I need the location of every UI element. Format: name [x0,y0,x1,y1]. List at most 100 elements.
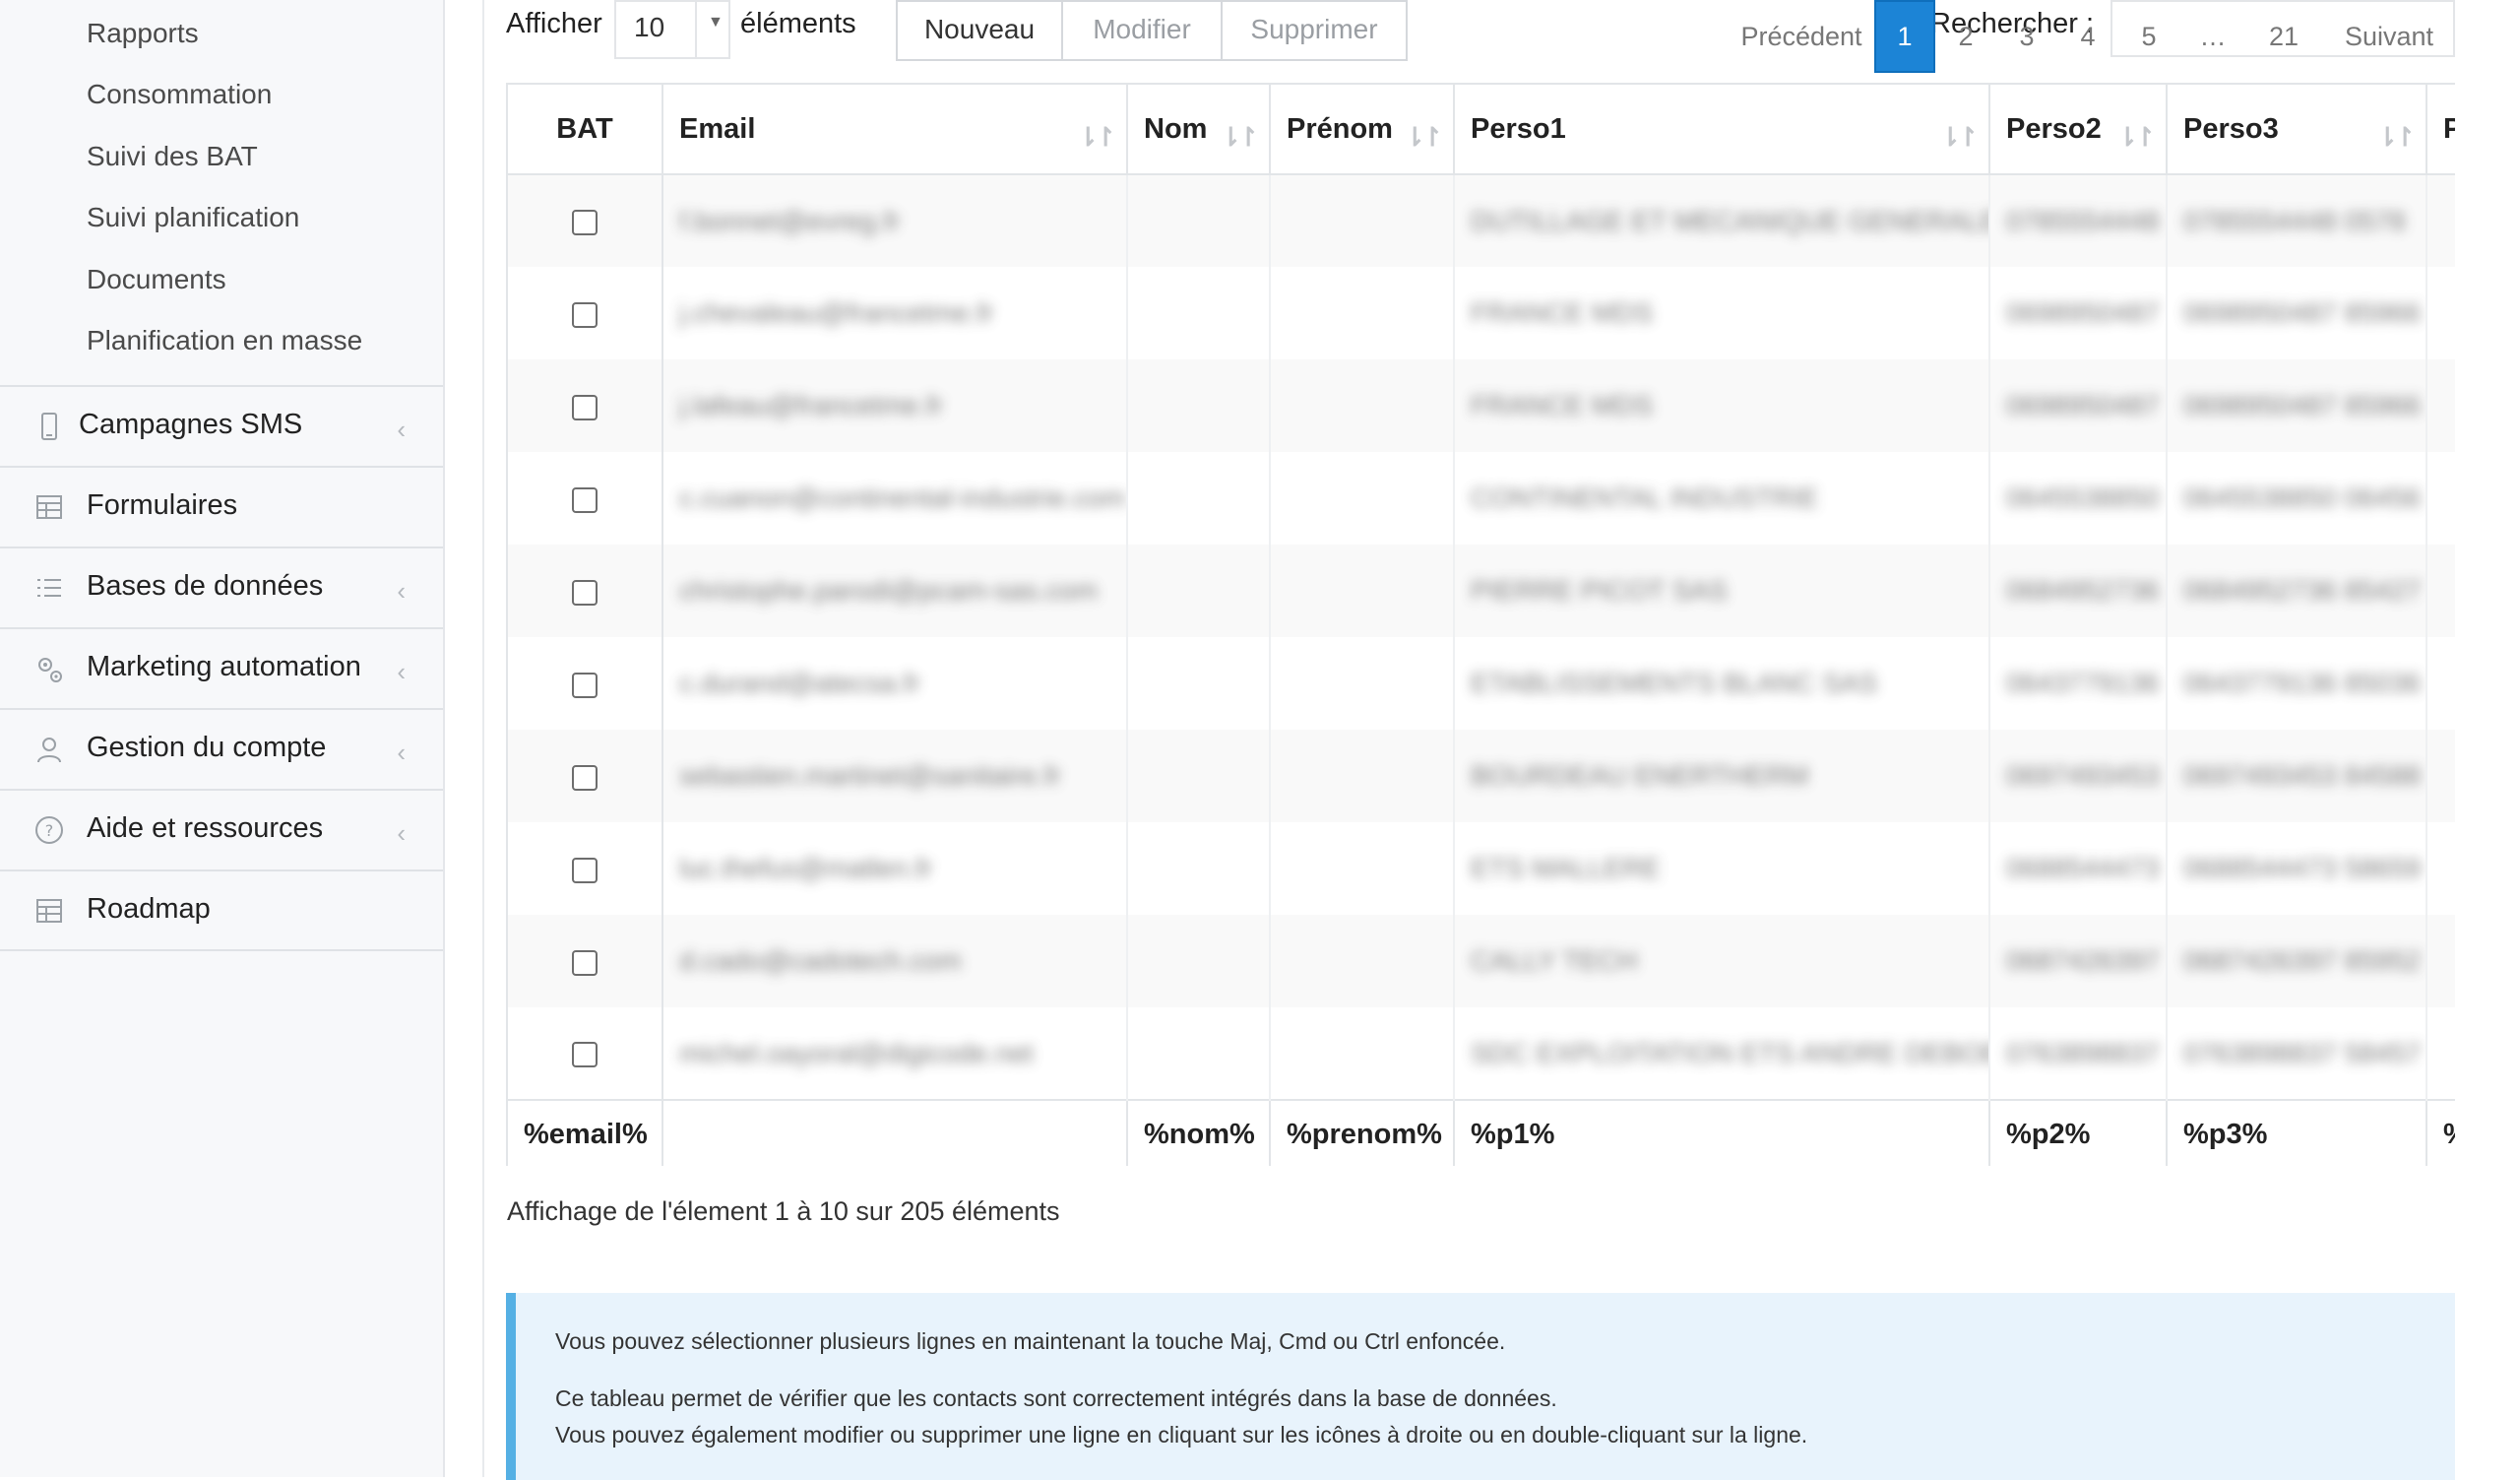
table-row[interactable]: j.chevaleau@francetme.fr FRANCE MDS 0698… [506,267,2455,359]
table-row[interactable]: f.bonnet@evreg.fr DUTILLAGE ET MECANIQUE… [506,174,2455,267]
perso1-value: ETABLISSEMENTS BLANC SAS [1471,668,1878,698]
perso1-value: ETS MALLERE [1471,853,1661,883]
sidebar-item-campagnes-sms[interactable]: Campagnes SMS ‹ [0,385,443,468]
prenom-cell [1269,174,1455,267]
sidebar-subitem-documents[interactable]: Documents [87,263,226,296]
new-button[interactable]: Nouveau [896,0,1063,61]
sort-icon[interactable]: ⇂↾ [1077,122,1116,153]
sidebar: Rapports Consommation Suivi des BAT Suiv… [0,0,445,1477]
perso2-cell: 0697493453 [1988,730,2168,822]
perso3-value: 0763898837 58457 [2183,1037,2422,1068]
column-header-perso4[interactable]: Pe [2426,83,2455,175]
elements-label: éléments [740,8,856,39]
bat-checkbox[interactable] [572,579,598,606]
sidebar-item-roadmap[interactable]: Roadmap [0,869,443,952]
sidebar-item-bases-de-donnees[interactable]: Bases de données ‹ [0,547,443,629]
caret-down-icon: ▼ [708,14,724,31]
perso2-value: 0688544473 [2006,853,2160,883]
sidebar-item-aide-ressources[interactable]: ? Aide et ressources ‹ [0,789,443,871]
sidebar-item-formulaires[interactable]: Formulaires [0,466,443,548]
column-header-email[interactable]: Email ⇂↾ [662,83,1128,175]
perso2-value: 0645538850 [2006,483,2160,513]
nom-cell [1126,730,1271,822]
chevron-left-icon: ‹ [397,657,406,686]
perso4-cell [2426,267,2455,359]
perso3-cell: 0645538850 06456 [2166,452,2427,545]
table-row[interactable]: christophe.parodi@pcam-sas.com PIERRE PI… [506,545,2455,637]
column-header-perso1[interactable]: Perso1 ⇂↾ [1453,83,1990,175]
table-row[interactable]: j.lafeau@francetme.fr FRANCE MDS 0698950… [506,359,2455,452]
nom-cell [1126,822,1271,915]
perso2-cell: 0763898837 [1988,1007,2168,1100]
perso2-cell: 0643779136 [1988,637,2168,730]
pagination-page-21[interactable]: 21 [2246,0,2321,73]
table-row[interactable]: c.durand@atecsa.fr ETABLISSEMENTS BLANC … [506,637,2455,730]
perso1-cell: BOURDEAU ENERTHERM [1453,730,1990,822]
pagination-page-2[interactable]: 2 [1935,0,1996,73]
sort-icon[interactable]: ⇂↾ [1404,122,1443,153]
perso2-value: 0687426397 [2006,945,2160,976]
email-cell: c.durand@atecsa.fr [662,637,1128,730]
bat-checkbox[interactable] [572,1042,598,1068]
column-header-prenom[interactable]: Prénom ⇂↾ [1269,83,1455,175]
column-header-perso3[interactable]: Perso3 ⇂↾ [2166,83,2427,175]
bat-cell [506,359,663,452]
pagination-page-3[interactable]: 3 [1996,0,2057,73]
sort-icon[interactable]: ⇂↾ [2376,122,2416,153]
edit-button[interactable]: Modifier [1061,0,1223,61]
bat-checkbox[interactable] [572,672,598,698]
table-row[interactable]: michel.oayoral@digicode.net SDC EXPLOITA… [506,1007,2455,1100]
email-value: c.cuanon@continental-industrie.com [679,483,1126,513]
sort-icon[interactable]: ⇂↾ [1220,122,1259,153]
column-header-nom[interactable]: Nom ⇂↾ [1126,83,1271,175]
bat-checkbox[interactable] [572,486,598,513]
sort-icon[interactable]: ⇂↾ [1939,122,1979,153]
bat-cell [506,267,663,359]
sidebar-subitem-suivi-bat[interactable]: Suivi des BAT [87,140,258,173]
prenom-cell [1269,452,1455,545]
nom-cell [1126,545,1271,637]
show-label: Afficher [506,8,602,39]
table-row[interactable]: c.cuanon@continental-industrie.com CONTI… [506,452,2455,545]
sidebar-subitem-rapports[interactable]: Rapports [87,17,199,50]
bat-checkbox[interactable] [572,949,598,976]
notice-line-3: Vous pouvez également modifier ou suppri… [555,1422,1808,1448]
perso3-value: 0688544473 58659 [2183,853,2422,883]
perso2-value: 0763898837 [2006,1037,2160,1068]
table-row[interactable]: luc.thefus@matlen.fr ETS MALLERE 0688544… [506,822,2455,915]
page-length-select[interactable]: 10 ▼ [614,0,730,59]
email-value: f.bonnet@evreg.fr [679,205,901,236]
pagination-page-5[interactable]: 5 [2118,0,2179,73]
perso1-cell: CONTINENTAL INDUSTRIE [1453,452,1990,545]
table-row[interactable]: d.cado@cadotech.com CALLY TECH 068742639… [506,915,2455,1007]
bat-checkbox[interactable] [572,394,598,420]
sidebar-subitem-suivi-planification[interactable]: Suivi planification [87,201,299,234]
perso2-value: 0643779136 [2006,668,2160,698]
sidebar-subitem-planification-masse[interactable]: Planification en masse [87,324,362,357]
pagination-page-1[interactable]: 1 [1874,0,1935,73]
table-row[interactable]: sebastien.martinet@sanitaire.fr BOURDEAU… [506,730,2455,822]
bat-checkbox[interactable] [572,764,598,791]
pagination-previous[interactable]: Précédent [1727,0,1876,73]
user-icon [33,734,65,765]
bat-checkbox[interactable] [572,857,598,883]
pagination-next[interactable]: Suivant [2325,0,2453,73]
email-value: michel.oayoral@digicode.net [679,1037,1034,1068]
delete-button[interactable]: Supprimer [1221,0,1408,61]
sidebar-item-marketing-automation[interactable]: Marketing automation ‹ [0,627,443,710]
sidebar-subitem-consommation[interactable]: Consommation [87,78,272,111]
bat-checkbox[interactable] [572,210,598,236]
column-header-perso2[interactable]: Perso2 ⇂↾ [1988,83,2168,175]
perso2-cell: 0645538850 [1988,452,2168,545]
table-icon [33,491,65,523]
sidebar-item-gestion-compte[interactable]: Gestion du compte ‹ [0,708,443,791]
perso2-value: 0698950487 [2006,390,2160,420]
footer-cell-p3: %p3% [2166,1099,2427,1166]
column-header-bat[interactable]: BAT [506,83,663,175]
perso3-value: 0697493453 84588 [2183,760,2422,791]
perso1-cell: FRANCE MDS [1453,359,1990,452]
sidebar-item-label: Aide et ressources [87,812,324,844]
bat-checkbox[interactable] [572,301,598,328]
pagination-page-4[interactable]: 4 [2057,0,2118,73]
sort-icon[interactable]: ⇂↾ [2116,122,2156,153]
